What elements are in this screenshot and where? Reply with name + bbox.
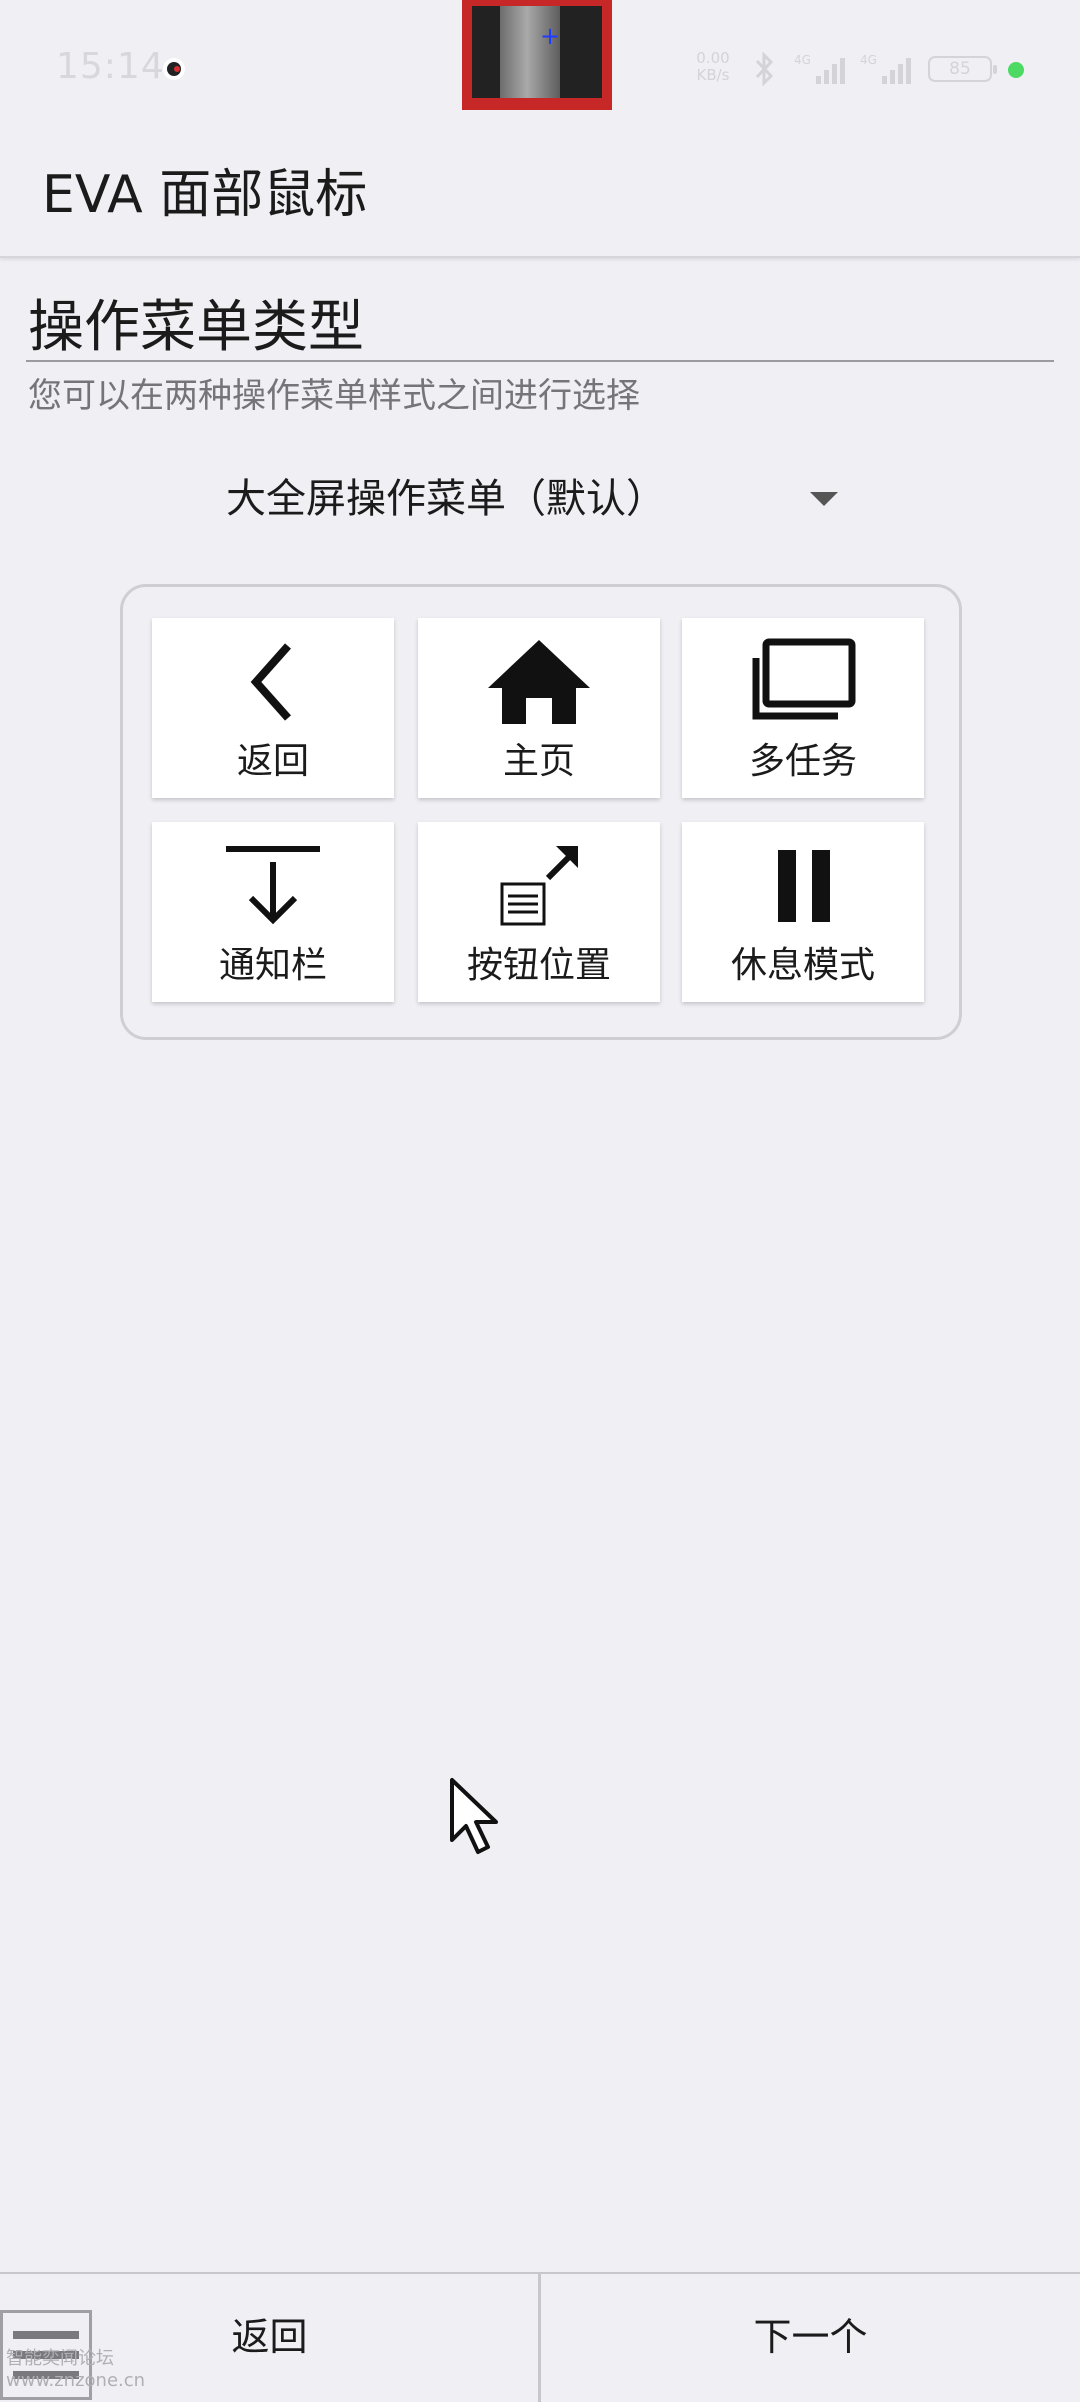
divider [26,360,1054,362]
network-type-label: 4G [860,53,877,67]
preference-summary: 您可以在两种操作菜单样式之间进行选择 [28,376,640,416]
watermark-line: www.znzone.cn [6,2370,146,2391]
signal-icon: 4G [794,53,845,84]
menu-button-label: 休息模式 [730,945,875,986]
menu-button-label: 返回 [236,741,309,782]
dropdown-arrow-icon [810,492,838,506]
menu-button-label: 主页 [502,741,575,782]
status-bar: 15:14 + 0.00 KB/s 4G 4G 85 [0,0,1080,130]
status-time: 15:14 [56,46,165,87]
bluetooth-icon [755,52,774,86]
dropdown-selected-value: 大全屏操作菜单（默认） [226,476,666,522]
menu-recents-button[interactable]: 多任务 [682,618,924,798]
menu-button-label: 通知栏 [218,945,327,986]
app-bar: EVA 面部鼠标 [0,130,1080,258]
menu-button-label: 多任务 [748,741,857,782]
home-icon [488,640,590,724]
menu-type-dropdown[interactable]: 大全屏操作菜单（默认） [206,460,846,536]
notification-pull-icon [226,846,320,925]
menu-notification-button[interactable]: 通知栏 [152,822,394,1002]
privacy-indicator-dot [1008,62,1024,78]
app-title: EVA 面部鼠标 [42,165,368,225]
camera-preview: + [462,0,612,110]
bottom-navigation: 返回 下一个 [0,2272,1080,2402]
menu-button-label: 按钮位置 [466,945,611,986]
signal-icon: 4G [860,53,911,84]
eye-tracking-icon [163,58,185,80]
preference-title: 操作菜单类型 [28,295,364,360]
recents-icon [752,638,856,720]
watermark: 智能奕闻论坛 www.znzone.cn [6,2348,145,2392]
watermark-line: 智能奕闻论坛 [6,2348,114,2369]
network-type-label: 4G [794,53,811,67]
next-button[interactable]: 下一个 [541,2274,1080,2402]
back-arrow-icon [250,643,291,721]
menu-pause-button[interactable]: 休息模式 [682,822,924,1002]
button-position-icon [500,846,578,926]
crosshair-icon: + [540,22,561,50]
mouse-cursor-icon [450,1778,498,1854]
battery-icon: 85 [928,56,997,82]
network-speed: 0.00 KB/s [696,49,730,84]
menu-back-button[interactable]: 返回 [152,618,394,798]
menu-home-button[interactable]: 主页 [418,618,660,798]
menu-button-position-button[interactable]: 按钮位置 [418,822,660,1002]
pause-icon [778,850,830,922]
